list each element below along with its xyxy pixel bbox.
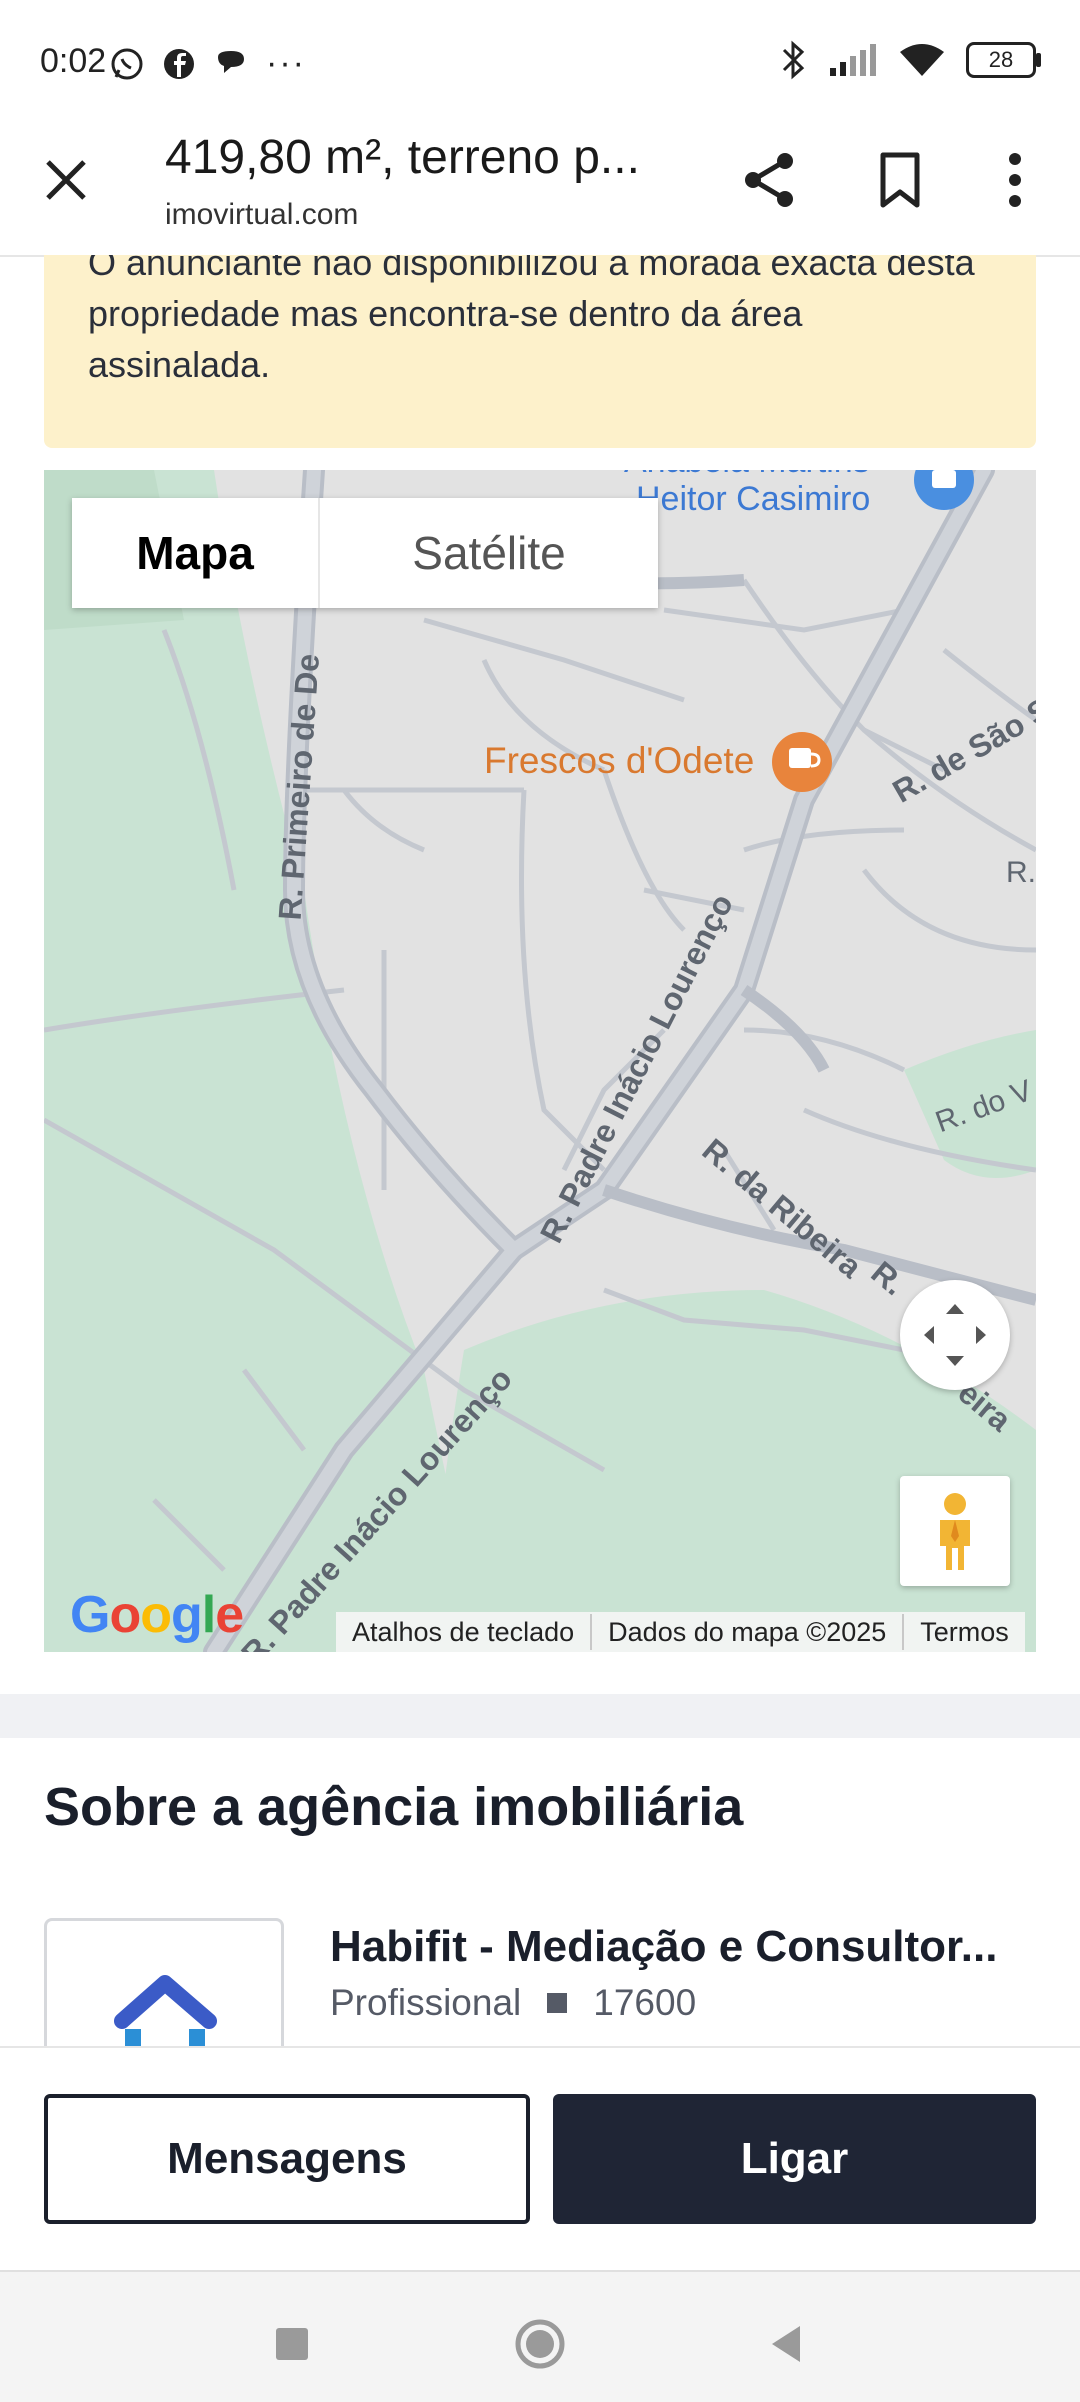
- terms-link[interactable]: Termos: [904, 1614, 1025, 1650]
- keyboard-shortcuts-link[interactable]: Atalhos de teclado: [336, 1614, 593, 1650]
- more-vert-icon[interactable]: [985, 145, 1045, 215]
- more-notifications: ···: [266, 44, 306, 82]
- map-attribution: Atalhos de teclado Dados do mapa ©2025 T…: [336, 1612, 1025, 1652]
- status-bar: 0:02 ··· 28: [0, 0, 1080, 120]
- address-notice-text: O anunciante não disponibilizou a morada…: [88, 255, 975, 385]
- system-icons: 28: [778, 40, 1041, 80]
- wifi-icon: [900, 44, 944, 76]
- fullscreen-icon: [924, 1304, 986, 1366]
- map-view[interactable]: Anabela Martins Heitor Casimiro Frescos …: [44, 470, 1036, 1652]
- battery-indicator: 28: [966, 42, 1041, 78]
- close-icon[interactable]: [36, 150, 96, 210]
- signal-icon: [830, 44, 876, 76]
- pegman-icon: [940, 1493, 970, 1570]
- tab-mapa[interactable]: Mapa: [72, 498, 320, 608]
- chat-bubble-icon: [218, 50, 244, 73]
- map-data-attribution: Dados do mapa ©2025: [592, 1614, 905, 1650]
- bookmark-icon[interactable]: [865, 145, 935, 215]
- fullscreen-button[interactable]: [900, 1280, 1010, 1390]
- google-logo: Google: [70, 1586, 244, 1644]
- address-notice: O anunciante não disponibilizou a morada…: [44, 255, 1036, 448]
- whatsapp-icon: [111, 48, 143, 79]
- map-canvas: [44, 470, 1036, 1652]
- back-icon[interactable]: [758, 2314, 818, 2374]
- system-nav-bar: [0, 2270, 1080, 2402]
- status-time: 0:02: [40, 42, 107, 80]
- agency-meta: Profissional 17600: [330, 1982, 696, 2024]
- agency-section-title: Sobre a agência imobiliária: [44, 1777, 744, 1837]
- contact-actions: Mensagens Ligar: [0, 2046, 1080, 2272]
- agency-name[interactable]: Habifit - Mediação e Consultor...: [330, 1922, 997, 1972]
- notification-icons: ···: [110, 44, 306, 83]
- bluetooth-icon: [782, 40, 805, 80]
- separator-square: [547, 1993, 568, 2013]
- section-divider: [0, 1694, 1080, 1738]
- agency-id: 17600: [593, 1982, 697, 2023]
- street-view-button[interactable]: [900, 1476, 1010, 1586]
- share-icon[interactable]: [735, 145, 805, 215]
- facebook-icon: [164, 48, 194, 79]
- top-app-bar: 419,80 m², terreno p... imovirtual.com: [0, 120, 1080, 257]
- page-domain: imovirtual.com: [165, 198, 359, 231]
- tab-satelite[interactable]: Satélite: [320, 498, 658, 608]
- map-street-r-right: R.: [1006, 856, 1036, 889]
- messages-button[interactable]: Mensagens: [44, 2094, 530, 2224]
- map-label-cafe[interactable]: Frescos d'Odete: [484, 740, 754, 782]
- map-label-store: Heitor Casimiro: [636, 480, 871, 518]
- recents-icon[interactable]: [262, 2314, 322, 2374]
- call-button[interactable]: Ligar: [553, 2094, 1036, 2224]
- agency-type: Profissional: [330, 1982, 522, 2023]
- map-type-toggle: Mapa Satélite: [72, 498, 658, 608]
- page-title: 419,80 m², terreno p...: [165, 131, 640, 184]
- home-icon[interactable]: [510, 2314, 570, 2374]
